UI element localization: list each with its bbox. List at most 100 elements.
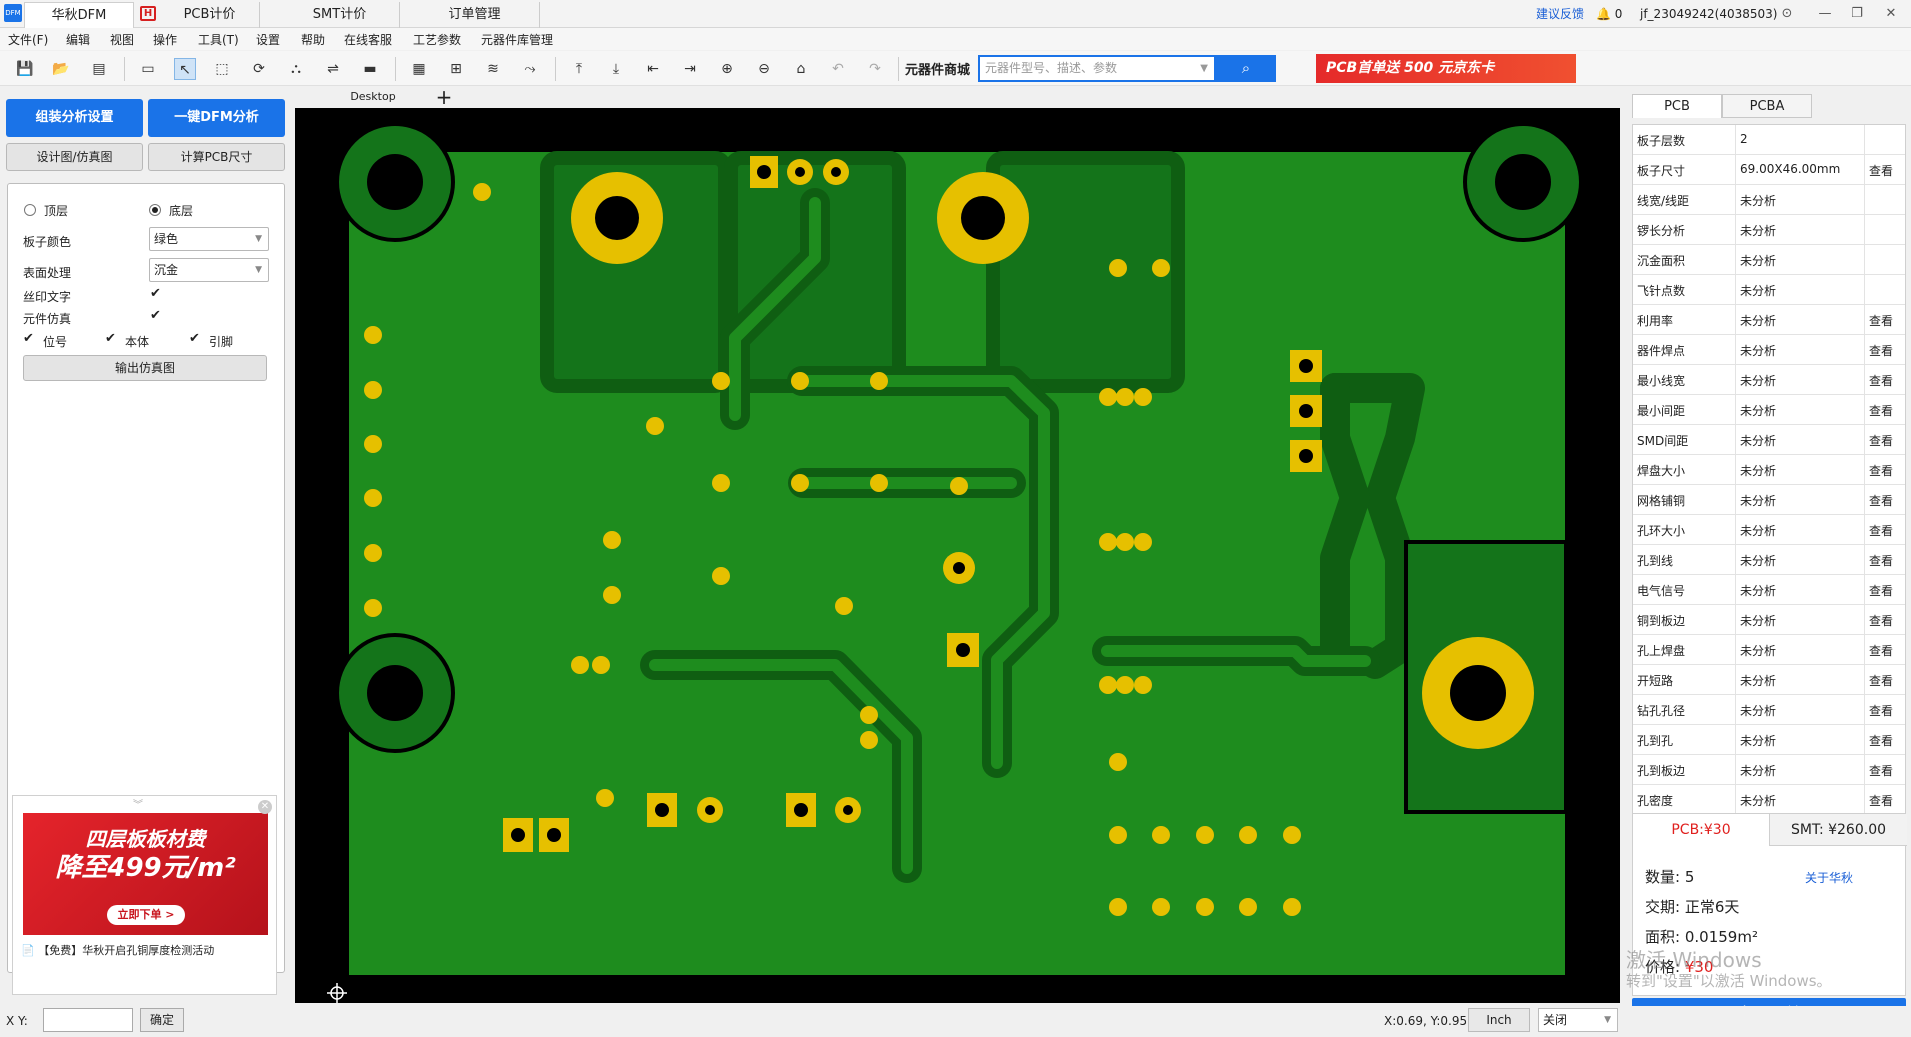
collapse-chevron-icon[interactable]: ︾ [133,796,143,811]
menu-edit[interactable]: 编辑 [66,31,90,48]
select-cursor-icon[interactable]: ↖ [174,58,196,80]
tab-pcb[interactable]: PCB [1632,94,1722,118]
menu-view[interactable]: 视图 [110,31,134,48]
property-view-link[interactable]: 查看 [1869,492,1893,509]
menu-tools[interactable]: 工具(T) [198,31,239,48]
menu-component-library[interactable]: 元器件库管理 [481,31,553,48]
chevron-down-icon[interactable]: ▼ [1200,57,1208,80]
property-view-link[interactable]: 查看 [1869,642,1893,659]
menu-operate[interactable]: 操作 [153,31,177,48]
home-icon[interactable]: ⌂ [790,58,812,80]
one-click-dfm-button[interactable]: 一键DFM分析 [148,99,285,137]
user-avatar-icon[interactable]: ⊙ [1776,4,1798,24]
redo-icon[interactable]: ↷ [864,58,886,80]
xy-input[interactable] [43,1008,133,1032]
move-right-icon[interactable]: ⇥ [679,58,701,80]
property-view-link[interactable]: 查看 [1869,462,1893,479]
add-tab-icon[interactable]: + [432,86,456,108]
open-folder-icon[interactable]: 📂 [50,58,72,80]
refdes-checkbox[interactable]: ✔ [23,331,34,346]
restore-icon[interactable]: ❐ [1846,4,1868,24]
menu-settings[interactable]: 设置 [256,31,280,48]
export-simulation-button[interactable]: 输出仿真图 [23,355,267,381]
property-view-link[interactable]: 查看 [1869,762,1893,779]
move-down-icon[interactable]: ⤓ [605,58,627,80]
component-sim-checkbox[interactable]: ✔ [150,308,161,323]
grid-icon[interactable]: ▦ [408,58,430,80]
bottom-layer-radio[interactable] [149,204,161,216]
menu-process-params[interactable]: 工艺参数 [413,31,461,48]
zoom-out-icon[interactable]: ⊖ [753,58,775,80]
ruler-icon[interactable]: ▬ [359,58,381,80]
feedback-link[interactable]: 建议反馈 [1536,0,1584,28]
menu-file[interactable]: 文件(F) [8,31,48,48]
tab-order-management[interactable]: 订单管理 [410,2,540,28]
property-view-link[interactable]: 查看 [1869,672,1893,689]
properties-table: 板子层数 2 板子尺寸 69.00X46.00mm 查看 线宽/线距 未分析 锣长分析 未分析沉… [1632,124,1906,900]
tab-huaqiu-dfm[interactable]: 华秋DFM [24,2,134,28]
design-sim-button[interactable]: 设计图/仿真图 [6,143,143,171]
ad-caption[interactable]: 📄 【免费】华秋开启孔铜厚度检测活动 [21,942,271,958]
promo-banner[interactable]: PCB首单送 500 元京东卡 [1316,54,1576,83]
top-layer-radio[interactable] [24,204,36,216]
calc-pcb-size-button[interactable]: 计算PCB尺寸 [148,143,285,171]
property-view-link[interactable]: 查看 [1869,162,1893,179]
wave-icon[interactable]: ≋ [482,58,504,80]
connect-icon[interactable]: ⤳ [519,58,541,80]
about-huaqiu-link[interactable]: 关于华秋 [1805,869,1853,886]
board-color-select[interactable]: 绿色 ▼ [149,227,269,251]
menu-help[interactable]: 帮助 [301,31,325,48]
tab-pcb-pricing[interactable]: PCB计价 [160,2,260,28]
user-account[interactable]: jf_23049242(4038503) [1640,0,1777,28]
property-view-link[interactable]: 查看 [1869,432,1893,449]
unit-toggle-button[interactable]: Inch [1468,1008,1530,1032]
ad-close-icon[interactable]: ✕ [258,800,272,814]
ad-banner-image[interactable]: 四层板板材费 降至499元/m² 立即下单 > [23,813,268,935]
align-icon[interactable]: ⊞ [445,58,467,80]
property-view-link[interactable]: 查看 [1869,312,1893,329]
menu-online-service[interactable]: 在线客服 [344,31,392,48]
zoom-in-icon[interactable]: ⊕ [716,58,738,80]
save-icon[interactable]: 💾 [14,58,36,80]
search-button[interactable]: ⌕ [1216,55,1276,82]
tab-pcba[interactable]: PCBA [1722,94,1812,118]
property-view-link[interactable]: 查看 [1869,702,1893,719]
route-icon[interactable]: ⇌ [322,58,344,80]
property-view-link[interactable]: 查看 [1869,612,1893,629]
surface-finish-select[interactable]: 沉金 ▼ [149,258,269,282]
silkscreen-checkbox[interactable]: ✔ [150,286,161,301]
property-view-link[interactable]: 查看 [1869,732,1893,749]
rotate-icon[interactable]: ⟳ [248,58,270,80]
export-icon[interactable]: ▤ [88,58,110,80]
property-view-link[interactable]: 查看 [1869,582,1893,599]
undo-icon[interactable]: ↶ [827,58,849,80]
price-tab-smt[interactable]: SMT: ¥260.00 [1770,814,1907,846]
pcb-canvas[interactable] [295,108,1620,1003]
assembly-analysis-button[interactable]: 组装分析设置 [6,99,143,137]
close-icon[interactable]: ✕ [1880,4,1902,24]
move-up-icon[interactable]: ⤒ [568,58,590,80]
property-view-link[interactable]: 查看 [1869,552,1893,569]
layout-icon[interactable]: ▭ [137,58,159,80]
confirm-button[interactable]: 确定 [140,1008,184,1032]
component-search-input[interactable]: 元器件型号、描述、参数 ▼ [978,55,1216,82]
chevron-down-icon: ▼ [255,265,262,275]
ad-order-button[interactable]: 立即下单 > [107,905,185,925]
box-select-icon[interactable]: ⬚ [211,58,233,80]
property-view-link[interactable]: 查看 [1869,792,1893,809]
move-left-icon[interactable]: ⇤ [642,58,664,80]
price-tab-pcb[interactable]: PCB:¥30 [1633,814,1770,846]
notification-bell-icon[interactable]: 🔔 0 [1596,0,1622,28]
property-view-link[interactable]: 查看 [1869,342,1893,359]
menu-bar: 文件(F) 编辑 视图 操作 工具(T) 设置 帮助 在线客服 工艺参数 元器件… [0,28,1911,50]
property-view-link[interactable]: 查看 [1869,522,1893,539]
minimize-icon[interactable]: — [1814,4,1836,24]
tab-smt-pricing[interactable]: SMT计价 [280,2,400,28]
network-icon[interactable]: ⛬ [285,58,307,80]
pin-checkbox[interactable]: ✔ [189,331,200,346]
display-toggle-select[interactable]: 关闭 ▼ [1538,1008,1618,1032]
property-view-link[interactable]: 查看 [1869,372,1893,389]
property-view-link[interactable]: 查看 [1869,402,1893,419]
canvas-tab-desktop[interactable]: Desktop [318,86,428,108]
body-checkbox[interactable]: ✔ [105,331,116,346]
